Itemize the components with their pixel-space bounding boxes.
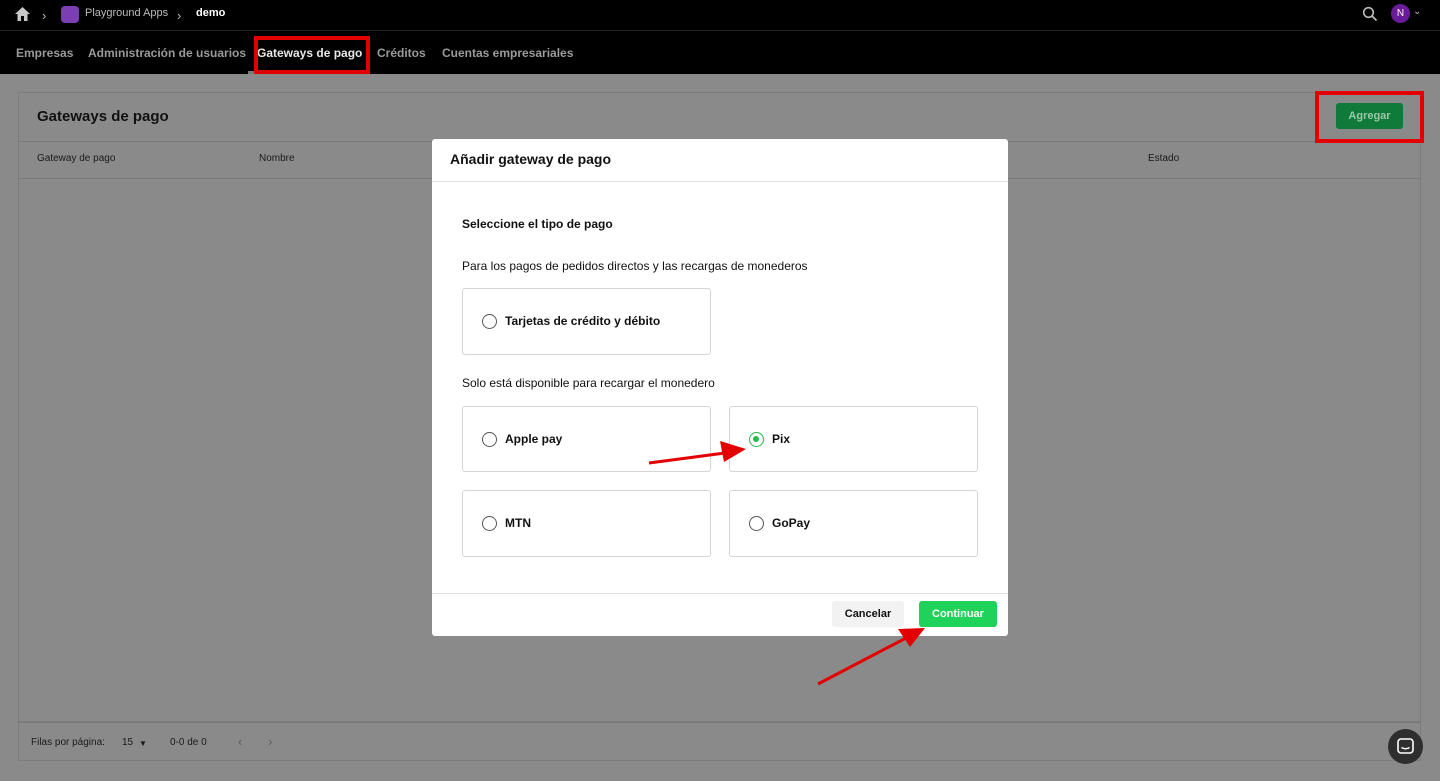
highlight-box-tab	[254, 36, 370, 74]
divider	[432, 181, 1008, 182]
page-title: Gateways de pago	[37, 108, 169, 125]
next-page-icon[interactable]: ›	[268, 734, 272, 749]
app-logo	[61, 6, 79, 23]
option-pix[interactable]: Pix	[729, 406, 978, 472]
rows-per-page-select[interactable]: 15	[122, 737, 133, 748]
breadcrumb-current: demo	[196, 7, 226, 19]
chat-icon	[1397, 738, 1414, 754]
option-label: MTN	[505, 516, 531, 530]
rows-per-page-label: Filas por página:	[31, 737, 105, 748]
chat-widget-button[interactable]	[1388, 729, 1423, 764]
tab-bar: Empresas Administración de usuarios Gate…	[0, 31, 1440, 74]
tab-cuentas-empresariales[interactable]: Cuentas empresariales	[442, 46, 573, 60]
column-header-estado: Estado	[1148, 153, 1180, 164]
option-label: GoPay	[772, 516, 811, 530]
continue-button[interactable]: Continuar	[919, 601, 997, 627]
payment-type-label: Seleccione el tipo de pago	[462, 217, 613, 231]
chevron-right-icon: ›	[177, 8, 182, 23]
chevron-down-icon[interactable]: ⌄	[1413, 6, 1421, 17]
section-direct-payments: Para los pagos de pedidos directos y las…	[462, 259, 808, 273]
breadcrumb-app[interactable]: Playground Apps	[85, 7, 168, 19]
section-wallet-only: Solo está disponible para recargar el mo…	[462, 376, 715, 390]
option-label: Tarjetas de crédito y débito	[505, 314, 661, 328]
radio-button[interactable]	[482, 516, 497, 531]
tab-creditos[interactable]: Créditos	[377, 46, 426, 60]
table-footer: Filas por página: 15 ▼ 0-0 de 0 ‹ ›	[19, 721, 1420, 762]
radio-button[interactable]	[482, 314, 497, 329]
top-bar: › Playground Apps › demo N ⌄	[0, 0, 1440, 31]
radio-button-selected[interactable]	[749, 432, 764, 447]
caret-down-icon[interactable]: ▼	[139, 739, 147, 748]
home-icon[interactable]	[14, 6, 31, 22]
column-header-nombre: Nombre	[259, 153, 295, 164]
option-apple-pay[interactable]: Apple pay	[462, 406, 711, 472]
add-gateway-dialog: Añadir gateway de pago Seleccione el tip…	[432, 139, 1008, 636]
option-label: Apple pay	[505, 432, 563, 446]
column-header-gateway: Gateway de pago	[37, 153, 116, 164]
cancel-button[interactable]: Cancelar	[832, 601, 904, 627]
option-credit-debit-cards[interactable]: Tarjetas de crédito y débito	[462, 288, 711, 355]
highlight-box-add-button	[1315, 91, 1424, 143]
divider	[432, 593, 1008, 594]
avatar[interactable]: N	[1391, 4, 1410, 23]
tab-administracion-usuarios[interactable]: Administración de usuarios	[88, 46, 246, 60]
tab-empresas[interactable]: Empresas	[16, 46, 73, 60]
search-icon[interactable]	[1362, 6, 1378, 22]
prev-page-icon[interactable]: ‹	[238, 734, 242, 749]
option-label: Pix	[772, 432, 791, 446]
pagination-range: 0-0 de 0	[170, 737, 207, 748]
chevron-right-icon: ›	[42, 8, 47, 23]
option-gopay[interactable]: GoPay	[729, 490, 978, 557]
radio-button[interactable]	[482, 432, 497, 447]
dialog-title: Añadir gateway de pago	[450, 151, 612, 167]
radio-button[interactable]	[749, 516, 764, 531]
option-mtn[interactable]: MTN	[462, 490, 711, 557]
